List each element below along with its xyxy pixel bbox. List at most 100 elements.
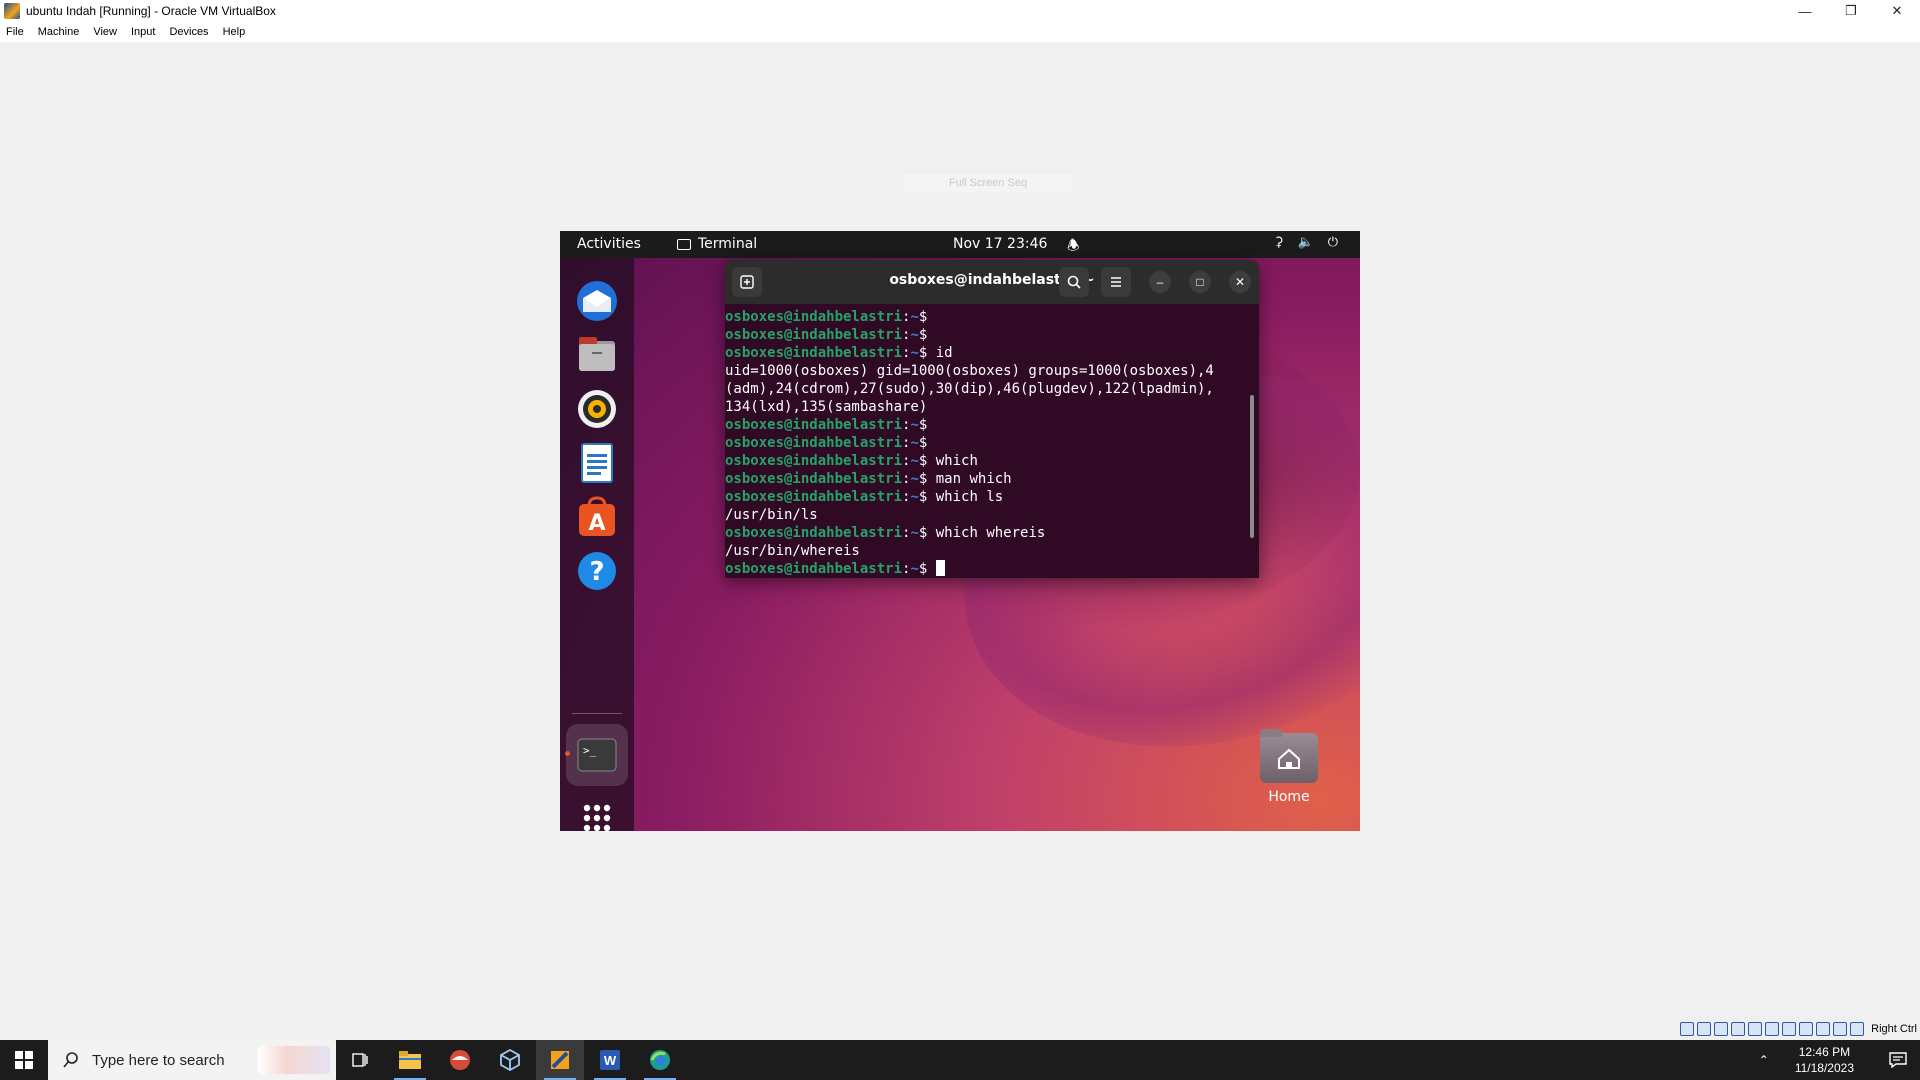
activities-button[interactable]: Activities [577,236,641,252]
prompt-user: osboxes@indahbelastri [725,471,903,487]
prompt-command: $ which ls [918,489,1004,505]
power-icon[interactable]: ⏻ [1328,235,1338,250]
restore-button[interactable]: ❐ [1828,0,1874,22]
hamburger-icon [1111,277,1121,287]
menu-bar: File Machine View Input Devices Help [0,22,1920,42]
taskbar-time: 12:46 PM [1798,1045,1851,1059]
taskbar-app-2[interactable] [436,1040,484,1080]
svg-text:?: ? [589,557,604,587]
keyboard-capture-icon[interactable] [1850,1022,1865,1036]
dock-separator [572,713,622,714]
menu-machine[interactable]: Machine [38,26,80,38]
terminal-maximize-button[interactable]: □ [1189,271,1211,293]
window-titlebar: ubuntu Indah [Running] - Oracle VM Virtu… [0,0,1920,22]
terminal-prompt-line: osboxes@indahbelastri:~$ [725,309,936,325]
taskbar-edge[interactable] [636,1040,684,1080]
menu-devices[interactable]: Devices [169,26,208,38]
app-center-icon[interactable]: A [574,494,620,540]
app-indicator[interactable]: Terminal [677,236,757,252]
taskbar-virtualbox-manager[interactable] [486,1040,534,1080]
network-icon[interactable]: ⚳ [1274,235,1284,250]
terminal-prompt-line: osboxes@indahbelastri:~$ which [725,453,978,469]
search-button[interactable] [1059,267,1089,297]
gnome-topbar: Activities Terminal Nov 17 23:46 🕭 ⚳ 🔈 ⏻ [560,231,1360,258]
mouse-integration-icon[interactable] [1833,1022,1848,1036]
terminal-prompt-line: osboxes@indahbelastri:~$ man which [725,471,1012,487]
menu-file[interactable]: File [6,26,24,38]
home-folder-icon [1260,729,1318,783]
help-icon[interactable]: ? [574,548,620,594]
audio-status-icon[interactable] [1714,1022,1729,1036]
terminal-icon[interactable]: >_ [574,732,620,778]
terminal-minimize-button[interactable]: – [1149,271,1171,293]
terminal-output-line: /usr/bin/whereis [725,542,1259,560]
minimize-button[interactable]: — [1782,0,1828,22]
terminal-output-line: (adm),24(cdrom),27(sudo),30(dip),46(plug… [725,380,1259,398]
terminal-headerbar[interactable]: osboxes@indahbelastri: ~ – □ ✕ [725,260,1259,304]
terminal-prompt-line: osboxes@indahbelastri:~$ which ls [725,489,1004,505]
host-key-label: Right Ctrl [1871,1023,1917,1035]
prompt-user: osboxes@indahbelastri [725,435,903,451]
menu-input[interactable]: Input [131,26,155,38]
taskbar-word[interactable]: W [586,1040,634,1080]
terminal-small-icon [677,238,691,250]
prompt-path: ~ [910,417,919,433]
terminal-title: osboxes@indahbelastri: ~ [889,272,1095,288]
show-apps-icon[interactable] [574,795,620,831]
taskbar-file-explorer[interactable] [386,1040,434,1080]
optical-drive-icon[interactable] [1697,1022,1712,1036]
files-icon[interactable] [574,332,620,378]
thunderbird-icon[interactable] [574,278,620,324]
menu-button[interactable] [1101,267,1131,297]
clock[interactable]: Nov 17 23:46 [953,236,1047,252]
prompt-path: ~ [910,471,919,487]
terminal-output-line: uid=1000(osboxes) gid=1000(osboxes) grou… [725,362,1259,380]
notification-center-button[interactable] [1876,1040,1920,1080]
task-view-button[interactable] [336,1040,384,1080]
menu-view[interactable]: View [93,26,117,38]
display-status-icon[interactable] [1782,1022,1797,1036]
terminal-prompt-line: osboxes@indahbelastri:~$ which whereis [725,525,1046,541]
prompt-command: $ [918,417,936,433]
prompt-command: $ [918,561,936,577]
taskbar-date: 11/18/2023 [1794,1061,1854,1075]
taskbar-clock[interactable]: 12:46 PM 11/18/2023 [1795,1044,1854,1076]
word-icon: W [600,1050,620,1070]
prompt-command: $ id [918,345,953,361]
prompt-path: ~ [910,327,919,343]
close-button[interactable]: ✕ [1874,0,1920,22]
menu-help[interactable]: Help [223,26,246,38]
prompt-user: osboxes@indahbelastri [725,489,903,505]
virtualbox-vm-icon [551,1051,569,1069]
file-explorer-icon [399,1051,421,1069]
taskbar-search-box[interactable]: Type here to search [48,1040,336,1080]
ubuntu-screen[interactable]: Activities Terminal Nov 17 23:46 🕭 ⚳ 🔈 ⏻… [560,231,1360,831]
fullscreen-hint: Full Screen Seq [902,172,1074,194]
notification-bell-icon[interactable]: 🕭 [1067,235,1080,259]
start-button[interactable] [0,1040,48,1080]
recording-status-icon[interactable] [1799,1022,1814,1036]
shared-folders-icon[interactable] [1765,1022,1780,1036]
libreoffice-writer-icon[interactable] [574,440,620,486]
terminal-output[interactable]: osboxes@indahbelastri:~$ osboxes@indahbe… [725,304,1259,578]
usb-status-icon[interactable] [1748,1022,1763,1036]
terminal-close-button[interactable]: ✕ [1229,271,1251,293]
terminal-output-line: 134(lxd),135(sambashare) [725,398,1259,416]
home-folder-desktop-icon[interactable]: Home [1256,729,1322,805]
storage-status-icon[interactable] [1680,1022,1695,1036]
chevron-up-icon[interactable]: ⌃ [1759,1053,1769,1067]
taskbar-virtualbox-vm[interactable] [536,1040,584,1080]
terminal-output-line: /usr/bin/ls [725,506,1259,524]
output-text: /usr/bin/whereis [725,543,860,559]
network-status-icon[interactable] [1731,1022,1746,1036]
terminal-scrollbar[interactable] [1250,395,1254,538]
cpu-status-icon[interactable] [1816,1022,1831,1036]
rhythmbox-icon[interactable] [574,386,620,432]
volume-icon[interactable]: 🔈 [1298,235,1314,250]
notification-icon [1889,1052,1907,1068]
running-indicator [565,751,570,756]
task-view-icon [352,1053,368,1067]
edge-icon [650,1050,670,1070]
terminal-window[interactable]: osboxes@indahbelastri: ~ – □ ✕ osboxes@i… [725,260,1259,578]
windows-logo-icon [15,1051,33,1069]
